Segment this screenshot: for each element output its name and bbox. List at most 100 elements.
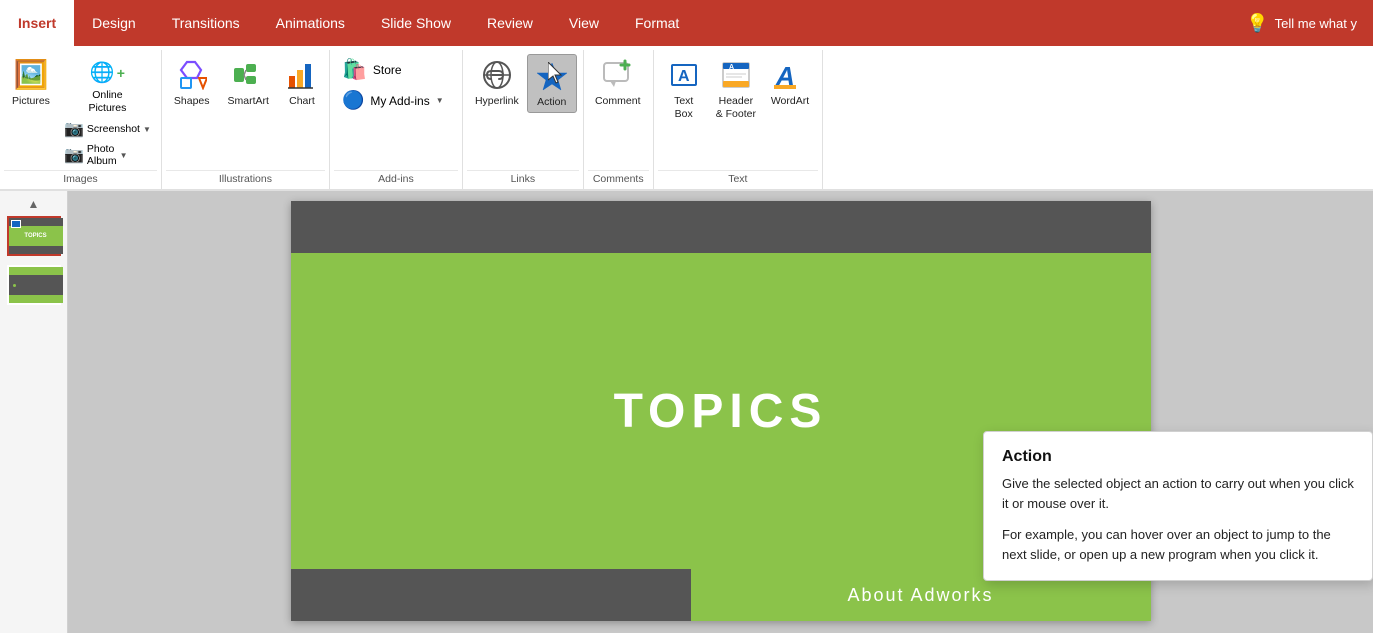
action-button[interactable]: Action	[527, 54, 577, 113]
tooltip-paragraph-1: Give the selected object an action to ca…	[1002, 474, 1354, 513]
slide-thumb-2-content	[9, 267, 63, 303]
header-footer-icon: A	[720, 57, 752, 93]
online-pictures-label: OnlinePictures	[88, 89, 126, 114]
main-area: ▲ TOPICS	[0, 191, 1373, 633]
hyperlink-button[interactable]: Hyperlink	[469, 54, 525, 111]
text-group: A TextBox A Header& Footer	[654, 50, 823, 189]
images-group-label: Images	[4, 170, 157, 189]
online-pictures-button[interactable]: 🌐 + OnlinePictures	[60, 58, 155, 116]
pictures-button[interactable]: 🖼️ Pictures	[6, 54, 56, 111]
ribbon-content: 🖼️ Pictures 🌐 + OnlinePictures 📷 Screens…	[0, 46, 1373, 191]
shapes-icon	[177, 57, 207, 93]
slide-indicator	[11, 220, 21, 228]
addins-group: 🛍️ Store 🔵 My Add-ins ▼ Add-ins	[330, 50, 463, 189]
photo-album-icon: 📷	[64, 145, 84, 165]
action-label: Action	[537, 96, 566, 109]
slide-title: TOPICS	[614, 384, 828, 439]
images-group: 🖼️ Pictures 🌐 + OnlinePictures 📷 Screens…	[0, 50, 162, 189]
tab-transitions[interactable]: Transitions	[154, 0, 258, 46]
screenshot-button[interactable]: 📷 Screenshot ▼	[60, 118, 155, 140]
slide-panel: ▲ TOPICS	[0, 191, 68, 633]
scroll-up-icon: ▲	[28, 197, 40, 211]
svg-text:A: A	[729, 64, 734, 71]
screenshot-icon: 📷	[64, 119, 84, 139]
tooltip-paragraph-2: For example, you can hover over an objec…	[1002, 525, 1354, 564]
smartart-button[interactable]: SmartArt	[222, 54, 275, 111]
ribbon-tab-bar: Insert Design Transitions Animations Sli…	[0, 0, 1373, 46]
images-group-items: 🖼️ Pictures 🌐 + OnlinePictures 📷 Screens…	[4, 50, 157, 170]
chart-label: Chart	[289, 95, 315, 108]
my-addins-caret: ▼	[436, 96, 444, 105]
smartart-label: SmartArt	[228, 95, 269, 108]
tab-format[interactable]: Format	[617, 0, 697, 46]
tab-review[interactable]: Review	[469, 0, 551, 46]
smartart-icon	[233, 57, 263, 93]
text-group-items: A TextBox A Header& Footer	[658, 50, 818, 170]
slide-top-bar	[291, 201, 1151, 253]
scroll-up-button[interactable]: ▲	[0, 195, 67, 213]
svg-text:A: A	[678, 68, 690, 85]
illustrations-group-items: Shapes SmartArt	[166, 50, 325, 170]
plus-icon: +	[117, 65, 125, 81]
links-group-label: Links	[467, 170, 579, 189]
slide-thumb-2[interactable]	[7, 265, 61, 305]
text-group-label: Text	[658, 170, 818, 189]
textbox-label: TextBox	[674, 95, 693, 120]
screenshot-caret: ▼	[143, 125, 151, 134]
my-addins-icon: 🔵	[342, 90, 364, 111]
tab-view[interactable]: View	[551, 0, 617, 46]
photo-album-caret: ▼	[120, 151, 128, 160]
tooltip-body: Give the selected object an action to ca…	[1002, 474, 1354, 564]
textbox-icon: A	[668, 57, 700, 93]
comment-button[interactable]: Comment	[590, 54, 646, 111]
store-label: Store	[373, 63, 402, 77]
comments-group: Comment Comments	[584, 50, 654, 189]
addins-group-label: Add-ins	[334, 170, 458, 189]
action-icon	[536, 58, 568, 94]
tab-insert[interactable]: Insert	[0, 0, 74, 46]
wordart-button[interactable]: A WordArt	[764, 54, 816, 111]
header-footer-button[interactable]: A Header& Footer	[710, 54, 762, 123]
tab-animations[interactable]: Animations	[258, 0, 363, 46]
wordart-label: WordArt	[771, 95, 809, 108]
header-footer-label: Header& Footer	[716, 95, 756, 120]
store-button[interactable]: 🛍️ Store	[336, 54, 456, 85]
slide-thumb-1[interactable]: TOPICS	[7, 216, 61, 256]
textbox-button[interactable]: A TextBox	[660, 54, 708, 123]
action-tooltip: Action Give the selected object an actio…	[983, 431, 1373, 581]
comments-group-items: Comment	[588, 50, 649, 170]
comment-label: Comment	[595, 95, 641, 108]
wordart-icon: A	[774, 57, 806, 93]
photo-album-label: PhotoAlbum	[87, 143, 117, 167]
tab-slideshow[interactable]: Slide Show	[363, 0, 469, 46]
links-group-items: Hyperlink Action	[467, 50, 579, 170]
links-group: Hyperlink Action Links	[463, 50, 584, 189]
online-pictures-icon: 🌐	[90, 60, 115, 85]
search-box[interactable]: 💡 Tell me what y	[1224, 0, 1373, 46]
chart-icon	[287, 57, 317, 93]
illustrations-group-label: Illustrations	[166, 170, 325, 189]
chart-button[interactable]: Chart	[281, 54, 323, 111]
hyperlink-icon	[481, 57, 513, 93]
pictures-icon: 🖼️	[14, 57, 49, 93]
store-icon: 🛍️	[342, 57, 367, 82]
shapes-label: Shapes	[174, 95, 210, 108]
comment-icon	[602, 57, 634, 93]
tab-design[interactable]: Design	[74, 0, 154, 46]
hyperlink-label: Hyperlink	[475, 95, 519, 108]
search-label: Tell me what y	[1275, 16, 1357, 31]
thumb1-text: TOPICS	[24, 233, 46, 239]
pictures-label: Pictures	[12, 95, 50, 108]
photo-album-button[interactable]: 📷 PhotoAlbum ▼	[60, 142, 155, 168]
comments-group-label: Comments	[588, 170, 649, 189]
my-addins-button[interactable]: 🔵 My Add-ins ▼	[336, 87, 456, 114]
screenshot-label: Screenshot	[87, 123, 140, 135]
addins-group-items: 🛍️ Store 🔵 My Add-ins ▼	[334, 50, 458, 170]
lightbulb-icon: 💡	[1246, 13, 1268, 34]
slide-view: TOPICS About Adworks Action Give the sel…	[68, 191, 1373, 633]
shapes-button[interactable]: Shapes	[168, 54, 216, 111]
tooltip-title: Action	[1002, 448, 1354, 466]
my-addins-label: My Add-ins	[370, 94, 429, 108]
illustrations-group: Shapes SmartArt	[162, 50, 330, 189]
slide-about-text: About Adworks	[847, 585, 993, 606]
